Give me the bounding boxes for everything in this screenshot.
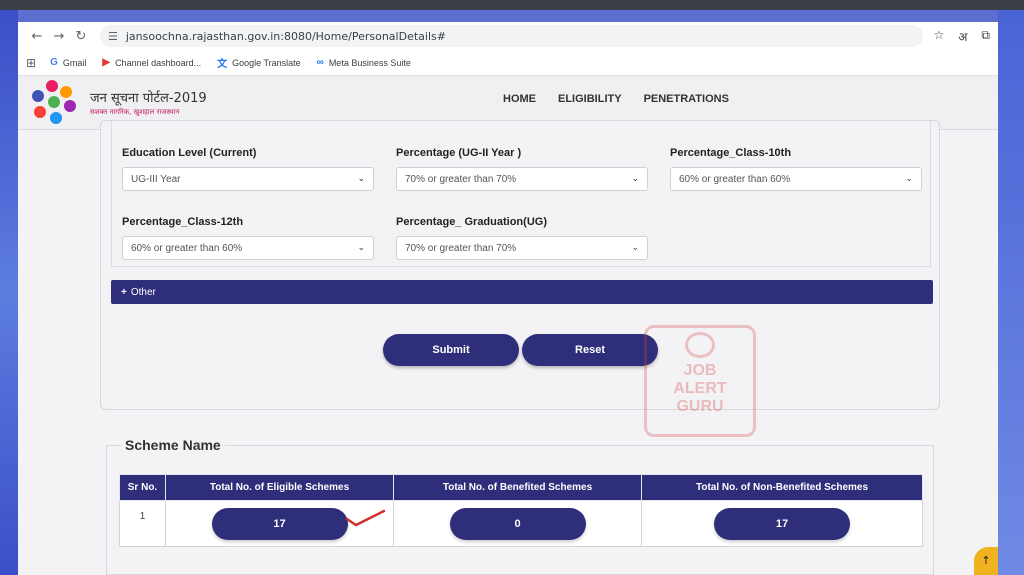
chevron-down-icon: ⌄	[357, 243, 365, 253]
header-benefited: Total No. of Benefited Schemes	[393, 474, 642, 501]
chevron-down-icon: ⌄	[905, 174, 913, 184]
field-label: Percentage_Class-10th	[670, 147, 792, 159]
bookmark-channel-dashboard[interactable]: ▶ Channel dashboard...	[102, 57, 201, 68]
percentage-graduation-select[interactable]: 70% or greater than 70% ⌄	[396, 236, 648, 260]
address-bar-row: ← → ↻ ☰ jansoochna.rajasthan.gov.in:8080…	[18, 22, 998, 50]
bookmark-label: Channel dashboard...	[115, 57, 202, 68]
meta-icon: ∞	[316, 57, 324, 68]
chevron-down-icon: ⌄	[631, 243, 639, 253]
bookmark-label: Gmail	[62, 57, 87, 68]
portal-tagline: सशक्त नागरिक, खुशहाल राजस्थान	[90, 108, 180, 116]
select-value: 70% or greater than 70%	[405, 242, 517, 254]
extensions-icon[interactable]: ⧉	[981, 28, 990, 45]
watermark-line: GURU	[676, 398, 724, 415]
eligible-count-button[interactable]: 17	[211, 507, 348, 540]
percentage-class10-select[interactable]: 60% or greater than 60% ⌄	[670, 167, 922, 191]
nav-penetrations[interactable]: PENETRATIONS	[644, 93, 729, 105]
translate-icon: 文	[217, 59, 228, 70]
youtube-icon: ▶	[102, 57, 111, 68]
select-value: 70% or greater than 70%	[405, 173, 517, 185]
select-value: 60% or greater than 60%	[679, 173, 791, 185]
reload-icon[interactable]: ↻	[70, 29, 92, 44]
field-label: Education Level (Current)	[122, 147, 257, 159]
scheme-table: Sr No. Total No. of Eligible Schemes Tot…	[119, 474, 923, 547]
field-percentage-class12: Percentage_Class-12th 60% or greater tha…	[122, 216, 374, 260]
cell-sr-no: 1	[119, 500, 166, 547]
apps-grid-icon[interactable]: ⊞	[26, 56, 36, 70]
red-tick-mark-icon	[345, 509, 386, 527]
back-arrow-icon[interactable]: ←	[26, 29, 48, 44]
bookmarks-bar: ⊞ G Gmail ▶ Channel dashboard... 文 Googl…	[18, 50, 998, 76]
field-label: Percentage_Class-12th	[122, 216, 244, 228]
field-education-level: Education Level (Current) UG-III Year ⌄	[122, 147, 374, 191]
nav-eligibility[interactable]: ELIGIBILITY	[558, 93, 622, 105]
benefited-count-button[interactable]: 0	[449, 507, 586, 540]
field-percentage-ug2: Percentage (UG-II Year ) 70% or greater …	[396, 147, 648, 191]
site-info-icon[interactable]: ☰	[108, 30, 118, 43]
bookmark-meta-business[interactable]: ∞ Meta Business Suite	[317, 57, 411, 68]
cell-eligible: 17	[165, 500, 394, 547]
select-value: 60% or greater than 60%	[131, 242, 243, 254]
scroll-top-icon[interactable]: ↑	[974, 547, 998, 575]
url-input[interactable]: ☰ jansoochna.rajasthan.gov.in:8080/Home/…	[100, 25, 924, 47]
header-eligible: Total No. of Eligible Schemes	[165, 474, 394, 501]
header-non-benefited: Total No. of Non-Benefited Schemes	[641, 474, 923, 501]
education-fields: Education Level (Current) UG-III Year ⌄ …	[111, 121, 931, 267]
bookmark-label: Google Translate	[232, 57, 301, 68]
field-percentage-class10: Percentage_Class-10th 60% or greater tha…	[670, 147, 922, 191]
main-nav: HOME ELIGIBILITY PENETRATIONS	[503, 93, 729, 105]
table-header-row: Sr No. Total No. of Eligible Schemes Tot…	[119, 474, 923, 501]
portal-title: जन सूचना पोर्टल-2019	[90, 91, 207, 106]
submit-button[interactable]: Submit	[383, 334, 519, 366]
desktop-left-edge	[0, 10, 18, 575]
bookmark-google-translate[interactable]: 文 Google Translate	[217, 55, 301, 71]
screen-top-edge	[0, 0, 1024, 10]
field-label: Percentage_ Graduation(UG)	[396, 216, 547, 228]
chevron-down-icon: ⌄	[631, 174, 639, 184]
nav-home[interactable]: HOME	[503, 93, 536, 105]
scheme-title: Scheme Name	[121, 437, 225, 453]
watermark-line: ALERT	[673, 380, 727, 397]
browser-window: ← → ↻ ☰ jansoochna.rajasthan.gov.in:8080…	[18, 22, 998, 575]
education-level-select[interactable]: UG-III Year ⌄	[122, 167, 374, 191]
percentage-ug2-select[interactable]: 70% or greater than 70% ⌄	[396, 167, 648, 191]
plus-icon: +	[121, 286, 127, 298]
table-row: 1 17 0 17	[119, 500, 923, 547]
bookmark-gmail[interactable]: G Gmail	[50, 57, 86, 68]
header-sr-no: Sr No.	[119, 474, 166, 501]
page-content: Education Level (Current) UG-III Year ⌄ …	[18, 120, 998, 575]
other-section-toggle[interactable]: + Other	[111, 280, 933, 304]
cell-non-benefited: 17	[641, 500, 923, 547]
portal-logo-icon[interactable]	[28, 78, 84, 128]
watermark-line: JOB	[683, 362, 717, 379]
bookmark-label: Meta Business Suite	[328, 57, 411, 68]
job-alert-watermark: JOB ALERT GURU	[644, 325, 756, 437]
chevron-down-icon: ⌄	[357, 174, 365, 184]
brand-block: जन सूचना पोर्टल-2019 सशक्त नागरिक, खुशहा…	[90, 88, 207, 117]
url-text: jansoochna.rajasthan.gov.in:8080/Home/Pe…	[125, 29, 446, 43]
desktop-right-edge	[998, 10, 1024, 575]
scheme-summary-card: Scheme Name Sr No. Total No. of Eligible…	[106, 437, 934, 575]
bell-icon	[685, 332, 715, 358]
cell-benefited: 0	[393, 500, 642, 547]
other-label: Other	[130, 286, 156, 298]
forward-arrow-icon[interactable]: →	[48, 29, 70, 44]
google-icon: G	[50, 57, 58, 68]
personal-details-form: Education Level (Current) UG-III Year ⌄ …	[100, 120, 940, 410]
translate-lang-icon[interactable]: अ	[958, 28, 967, 45]
reset-button[interactable]: Reset	[522, 334, 658, 366]
percentage-class12-select[interactable]: 60% or greater than 60% ⌄	[122, 236, 374, 260]
field-percentage-graduation: Percentage_ Graduation(UG) 70% or greate…	[396, 216, 648, 260]
field-label: Percentage (UG-II Year )	[396, 147, 522, 159]
non-benefited-count-button[interactable]: 17	[714, 507, 850, 540]
star-icon[interactable]: ☆	[933, 28, 944, 45]
select-value: UG-III Year	[131, 173, 181, 185]
